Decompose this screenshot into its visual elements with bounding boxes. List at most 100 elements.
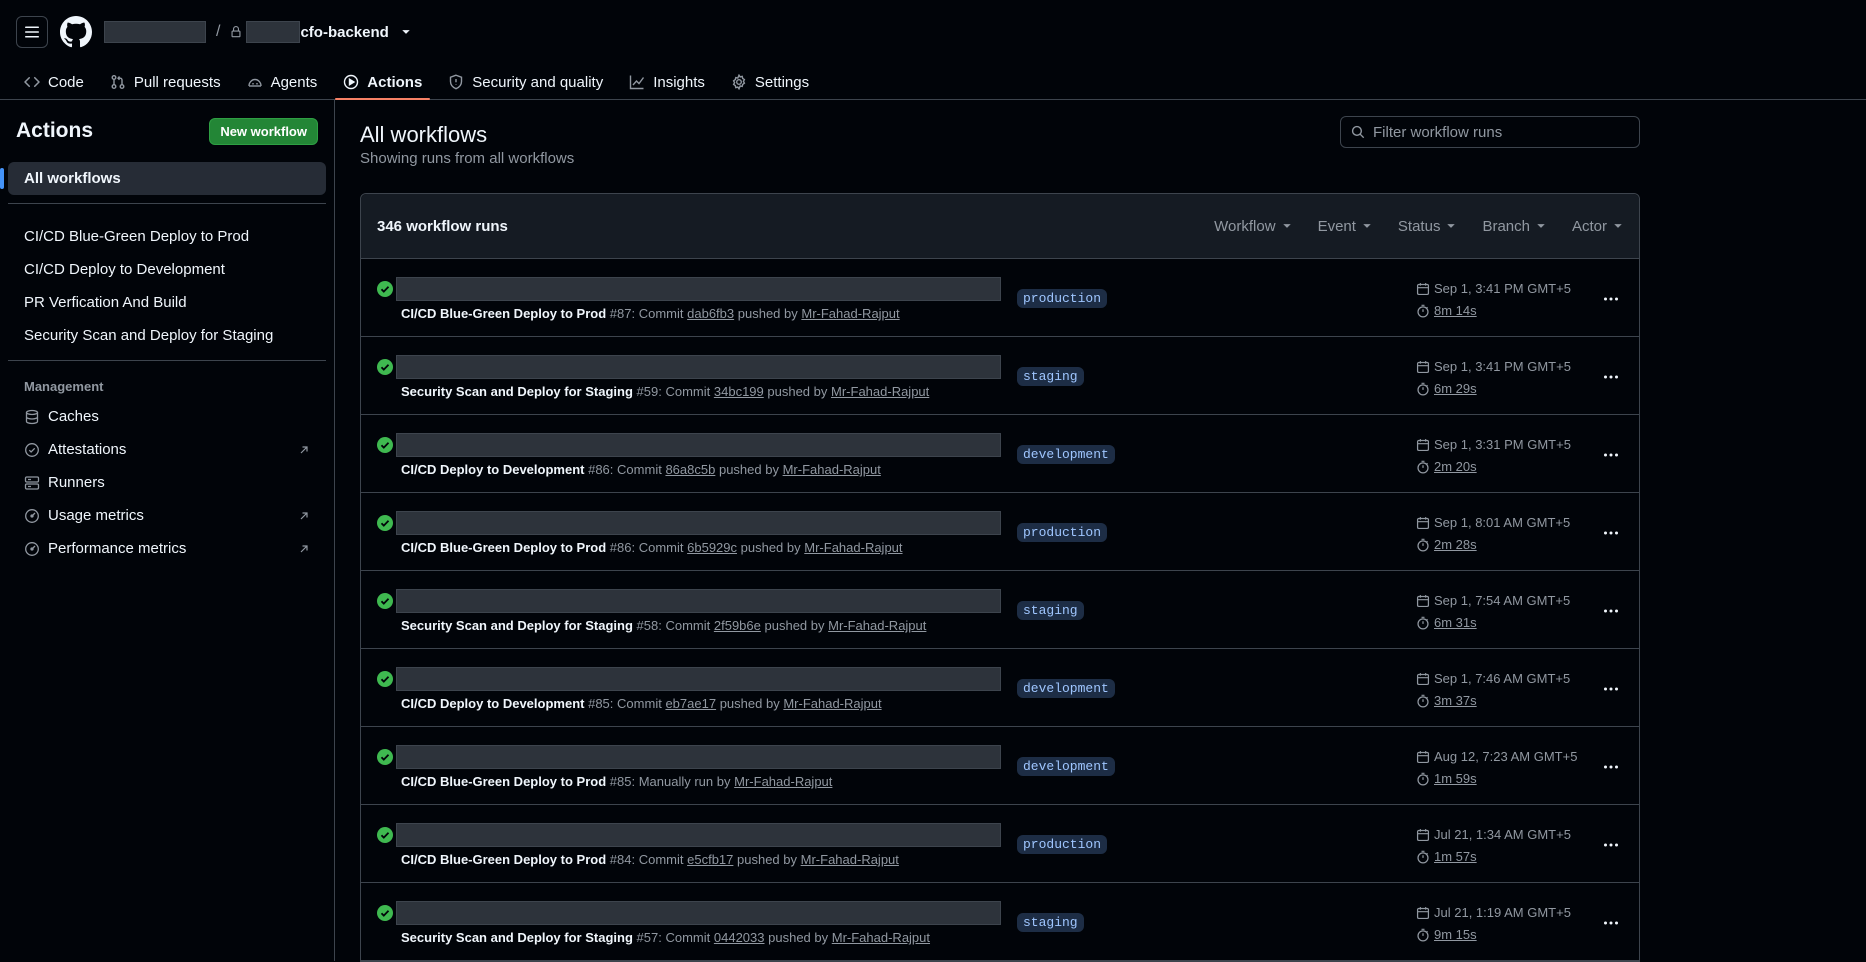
- actor-link[interactable]: Mr-Fahad-Rajput: [828, 618, 926, 633]
- commit-sha-link[interactable]: 86a8c5b: [665, 462, 715, 477]
- workflow-run-row[interactable]: CI/CD Deploy to Development #85: Commit …: [361, 649, 1639, 727]
- chevron-down-icon[interactable]: [401, 27, 411, 37]
- branch-label[interactable]: staging: [1017, 913, 1084, 932]
- run-by-text: pushed by: [719, 696, 780, 711]
- stopwatch-icon: [1417, 928, 1429, 941]
- kebab-horizontal-icon: [1604, 531, 1618, 535]
- run-date-text: Jul 21, 1:34 AM GMT+5: [1434, 827, 1571, 842]
- run-duration: 9m 15s: [1416, 927, 1477, 942]
- run-options-button[interactable]: [1599, 679, 1623, 699]
- filter-runs-box[interactable]: [1340, 116, 1640, 148]
- run-title-redacted[interactable]: [396, 823, 1001, 847]
- sidebar-item-all-workflows[interactable]: All workflows: [0, 162, 326, 195]
- run-by-text: pushed by: [740, 540, 801, 555]
- commit-sha-link[interactable]: e5cfb17: [687, 852, 733, 867]
- run-options-button[interactable]: [1599, 445, 1623, 465]
- workflow-run-row[interactable]: CI/CD Blue-Green Deploy to Prod #85: Man…: [361, 727, 1639, 805]
- run-options-button[interactable]: [1599, 835, 1623, 855]
- workflow-run-row[interactable]: CI/CD Deploy to Development #86: Commit …: [361, 415, 1639, 493]
- actor-link[interactable]: Mr-Fahad-Rajput: [832, 930, 930, 945]
- tab-pull-requests[interactable]: Pull requests: [102, 64, 229, 100]
- sidebar-item-label: Caches: [48, 408, 99, 425]
- run-meta: CI/CD Blue-Green Deploy to Prod #87: Com…: [401, 306, 900, 321]
- workflow-run-row[interactable]: Security Scan and Deploy for Staging #57…: [361, 883, 1639, 961]
- run-title-redacted[interactable]: [396, 667, 1001, 691]
- sidebar-item-usage-metrics[interactable]: Usage metrics: [8, 499, 326, 532]
- commit-sha-link[interactable]: 2f59b6e: [714, 618, 761, 633]
- commit-sha-link[interactable]: 6b5929c: [687, 540, 737, 555]
- branch-label[interactable]: staging: [1017, 601, 1084, 620]
- tab-code[interactable]: Code: [16, 64, 92, 100]
- actor-link[interactable]: Mr-Fahad-Rajput: [801, 852, 899, 867]
- sidebar-item-workflow[interactable]: CI/CD Deploy to Development: [8, 253, 326, 286]
- tab-insights[interactable]: Insights: [621, 64, 713, 100]
- workflow-run-row[interactable]: CI/CD Blue-Green Deploy to Prod #84: Com…: [361, 805, 1639, 883]
- run-date-text: Sep 1, 8:01 AM GMT+5: [1434, 515, 1571, 530]
- run-meta: CI/CD Blue-Green Deploy to Prod #85: Man…: [401, 774, 832, 789]
- filter-runs-input[interactable]: [1373, 123, 1623, 141]
- run-options-button[interactable]: [1599, 289, 1623, 309]
- new-workflow-button[interactable]: New workflow: [209, 117, 318, 145]
- run-options-button[interactable]: [1599, 601, 1623, 621]
- workflow-run-row[interactable]: CI/CD Blue-Green Deploy to Prod #86: Com…: [361, 493, 1639, 571]
- repo-prefix-redacted[interactable]: [246, 21, 301, 43]
- workflow-run-row[interactable]: Security Scan and Deploy for Staging #59…: [361, 337, 1639, 415]
- sidebar-item-performance-metrics[interactable]: Performance metrics: [8, 532, 326, 565]
- filter-actor-dropdown[interactable]: Actor: [1572, 218, 1623, 235]
- kebab-horizontal-icon: [1604, 843, 1618, 847]
- run-title-redacted[interactable]: [396, 511, 1001, 535]
- sidebar-item-workflow[interactable]: CI/CD Blue-Green Deploy to Prod: [8, 220, 326, 253]
- run-title-redacted[interactable]: [396, 745, 1001, 769]
- branch-label[interactable]: development: [1017, 679, 1115, 698]
- branch-label[interactable]: development: [1017, 445, 1115, 464]
- branch-label[interactable]: development: [1017, 757, 1115, 776]
- success-check-icon: [377, 593, 393, 609]
- run-workflow-name: Security Scan and Deploy for Staging: [401, 618, 633, 633]
- gear-icon: [732, 74, 746, 90]
- branch-label[interactable]: production: [1017, 835, 1108, 854]
- menu-button[interactable]: [16, 16, 48, 48]
- chevron-down-icon: [1537, 224, 1545, 228]
- actor-link[interactable]: Mr-Fahad-Rajput: [783, 696, 881, 711]
- commit-sha-link[interactable]: 34bc199: [714, 384, 764, 399]
- tab-security-and-quality[interactable]: Security and quality: [440, 64, 611, 100]
- run-options-button[interactable]: [1599, 757, 1623, 777]
- actor-link[interactable]: Mr-Fahad-Rajput: [801, 306, 899, 321]
- run-duration-text: 3m 37s: [1434, 693, 1477, 708]
- sidebar-item-workflow[interactable]: PR Verfication And Build: [8, 286, 326, 319]
- sidebar-item-attestations[interactable]: Attestations: [8, 433, 326, 466]
- github-logo-icon[interactable]: [60, 16, 92, 48]
- sidebar-item-workflow[interactable]: Security Scan and Deploy for Staging: [8, 319, 326, 352]
- branch-label[interactable]: production: [1017, 289, 1108, 308]
- workflow-run-row[interactable]: Security Scan and Deploy for Staging #58…: [361, 571, 1639, 649]
- actor-link[interactable]: Mr-Fahad-Rajput: [804, 540, 902, 555]
- run-title-redacted[interactable]: [396, 589, 1001, 613]
- actor-link[interactable]: Mr-Fahad-Rajput: [783, 462, 881, 477]
- sidebar-item-runners[interactable]: Runners: [8, 466, 326, 499]
- actor-link[interactable]: Mr-Fahad-Rajput: [831, 384, 929, 399]
- filter-status-dropdown[interactable]: Status: [1398, 218, 1457, 235]
- tab-actions[interactable]: Actions: [335, 64, 431, 100]
- branch-label[interactable]: production: [1017, 523, 1108, 542]
- tab-agents[interactable]: Agents: [239, 64, 326, 100]
- run-options-button[interactable]: [1599, 367, 1623, 387]
- commit-sha-link[interactable]: dab6fb3: [687, 306, 734, 321]
- run-title-redacted[interactable]: [396, 433, 1001, 457]
- commit-sha-link[interactable]: 0442033: [714, 930, 765, 945]
- filter-workflow-dropdown[interactable]: Workflow: [1214, 218, 1291, 235]
- actor-link[interactable]: Mr-Fahad-Rajput: [734, 774, 832, 789]
- run-title-redacted[interactable]: [396, 901, 1001, 925]
- commit-sha-link[interactable]: eb7ae17: [665, 696, 716, 711]
- branch-label[interactable]: staging: [1017, 367, 1084, 386]
- workflow-run-row[interactable]: CI/CD Blue-Green Deploy to Prod #87: Com…: [361, 259, 1639, 337]
- run-title-redacted[interactable]: [396, 355, 1001, 379]
- owner-name-redacted[interactable]: [104, 21, 206, 43]
- filter-event-dropdown[interactable]: Event: [1318, 218, 1372, 235]
- run-title-redacted[interactable]: [396, 277, 1001, 301]
- run-options-button[interactable]: [1599, 913, 1623, 933]
- filter-branch-dropdown[interactable]: Branch: [1482, 218, 1546, 235]
- sidebar-item-caches[interactable]: Caches: [8, 400, 326, 433]
- tab-settings[interactable]: Settings: [723, 64, 817, 100]
- repo-name[interactable]: cfo-backend: [300, 24, 388, 41]
- run-options-button[interactable]: [1599, 523, 1623, 543]
